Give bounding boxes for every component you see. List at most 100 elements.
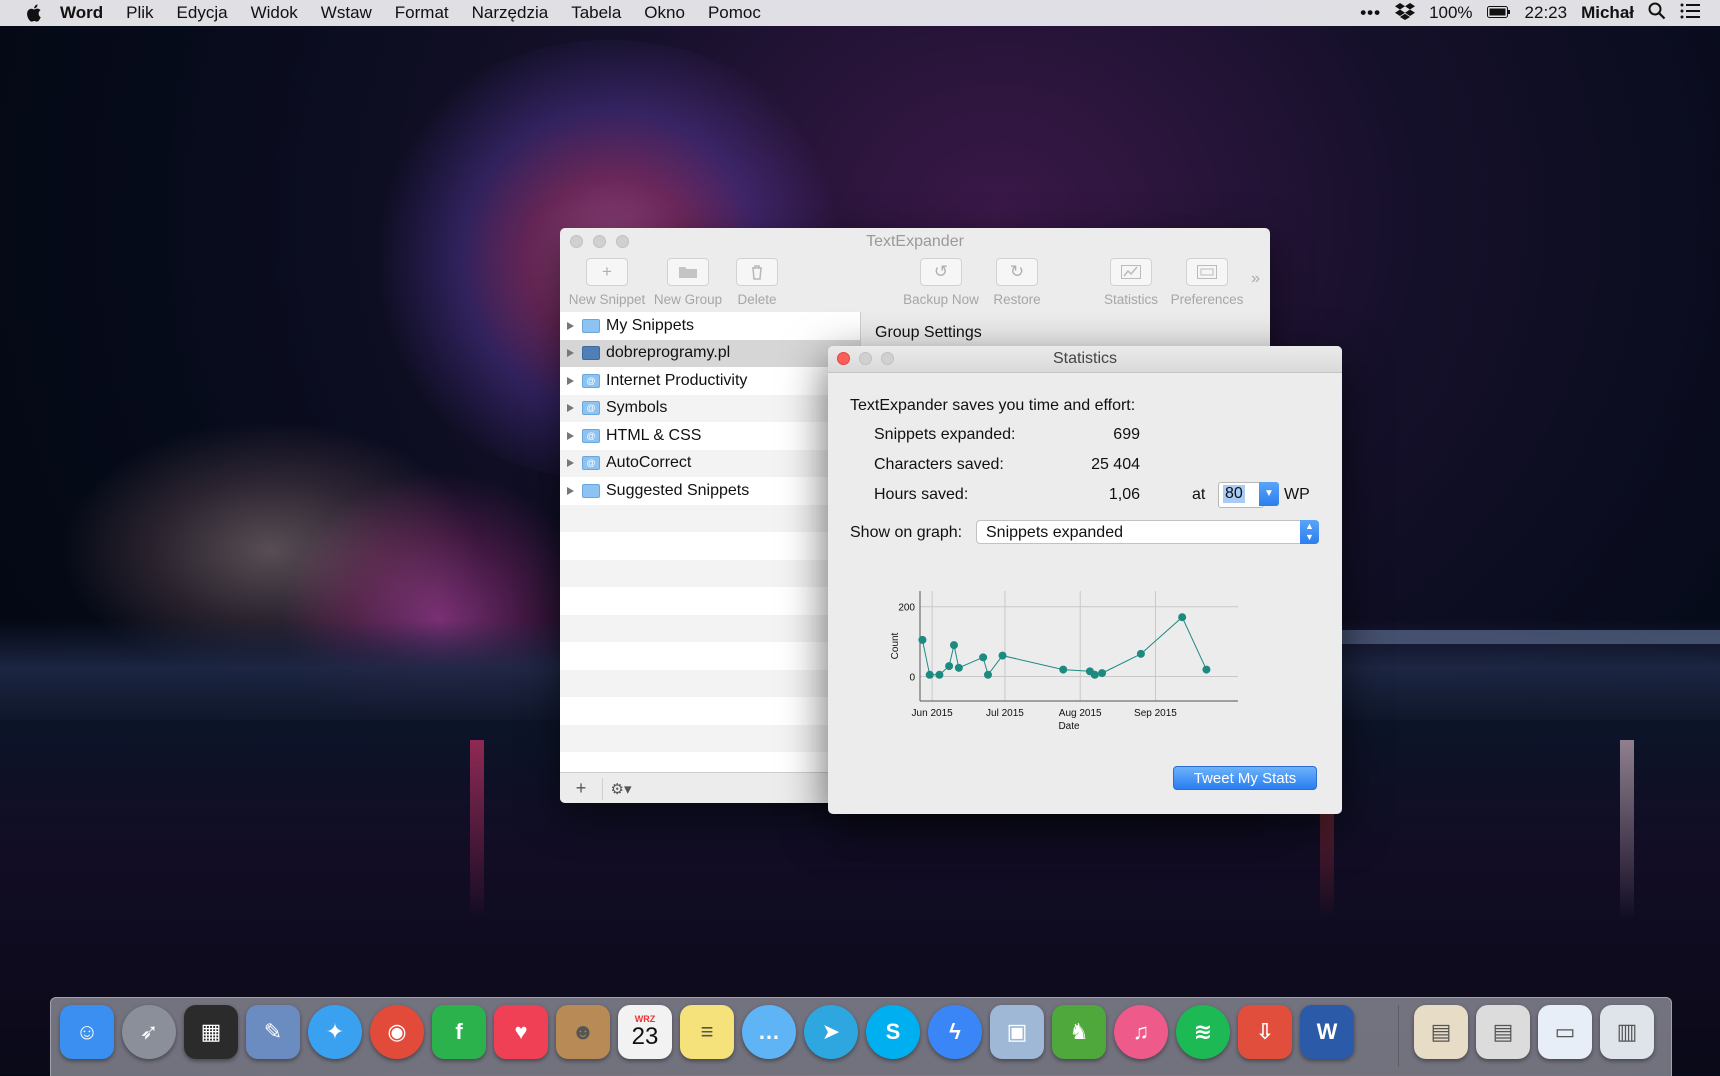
sidebar-footer: + ⚙▾ [560, 772, 860, 803]
close-button[interactable] [837, 352, 850, 365]
restore-button[interactable]: ↻ Restore [988, 258, 1046, 307]
window-titlebar[interactable]: TextExpander [560, 228, 1270, 256]
dropbox-icon[interactable] [1395, 2, 1416, 25]
new-group-label: New Group [653, 292, 723, 307]
menu-format[interactable]: Format [395, 3, 449, 23]
group-row[interactable]: Suggested Snippets [560, 477, 860, 505]
new-group-button[interactable]: New Group [650, 258, 726, 307]
window-title: TextExpander [866, 233, 964, 250]
menu-app-name[interactable]: Word [60, 3, 103, 23]
photo-icon[interactable]: ▣ [990, 1005, 1044, 1059]
trash-icon[interactable]: ▥ [1600, 1005, 1654, 1059]
apple-menu-icon[interactable] [24, 3, 46, 23]
statistics-button[interactable]: Statistics [1096, 258, 1166, 307]
zoom-button[interactable] [881, 352, 894, 365]
light-reflection [1620, 740, 1634, 920]
compass-icon[interactable]: ✦ [308, 1005, 362, 1059]
toolbar-overflow-icon[interactable]: » [1251, 270, 1260, 288]
messenger-icon[interactable]: ϟ [928, 1005, 982, 1059]
menu-wstaw[interactable]: Wstaw [321, 3, 372, 23]
contacts-icon[interactable]: ☻ [556, 1005, 610, 1059]
disclosure-triangle-icon[interactable] [567, 321, 574, 330]
preview-icon[interactable]: ✎ [246, 1005, 300, 1059]
statistics-label: Statistics [1103, 292, 1158, 307]
music-note-icon[interactable]: ♫ [1114, 1005, 1168, 1059]
statistics-title: Statistics [1052, 350, 1117, 367]
disclosure-triangle-icon[interactable] [567, 431, 574, 440]
finder-icon[interactable]: ☺ [60, 1005, 114, 1059]
speech-bubble-icon[interactable]: … [742, 1005, 796, 1059]
group-settings-title: Group Settings [875, 324, 982, 341]
empty-row [560, 504, 860, 532]
chevron-down-icon[interactable]: ▼ [1259, 482, 1279, 506]
characters-saved-label: Characters saved: [874, 456, 1004, 473]
new-snippet-button[interactable]: + New Snippet [568, 258, 646, 307]
tweet-my-stats-button[interactable]: Tweet My Stats [1173, 766, 1317, 790]
backup-now-button[interactable]: ↺ Backup Now [898, 258, 984, 307]
group-row[interactable]: @ AutoCorrect [560, 449, 860, 477]
disclosure-triangle-icon[interactable] [567, 349, 574, 358]
stats-chart: Jun 2015 Jul 2015 Aug 2015 Sep 2015 0 200 Date… [890, 591, 1238, 732]
graph-metric-select[interactable]: Snippets expanded ▲ ▼ [976, 520, 1319, 544]
clock[interactable]: 22:23 [1525, 3, 1568, 23]
delete-button[interactable]: Delete [732, 258, 782, 307]
word-icon[interactable]: W [1300, 1005, 1354, 1059]
wpm-value[interactable]: 80 [1223, 485, 1245, 503]
group-row-selected[interactable]: dobreprogramy.pl [560, 339, 860, 367]
preferences-button[interactable]: Preferences [1164, 258, 1250, 307]
backup-now-label: Backup Now [903, 292, 979, 307]
menu-tabela[interactable]: Tabela [571, 3, 621, 23]
mission-control-icon[interactable]: ▦ [184, 1005, 238, 1059]
data-point [1059, 665, 1068, 674]
menu-okno[interactable]: Okno [644, 3, 685, 23]
group-row[interactable]: My Snippets [560, 312, 860, 340]
empty-row [560, 532, 860, 560]
group-row[interactable]: @ HTML & CSS [560, 422, 860, 450]
document-icon[interactable]: ▭ [1538, 1005, 1592, 1059]
rocket-icon[interactable]: ➶ [122, 1005, 176, 1059]
disclosure-triangle-icon[interactable] [567, 376, 574, 385]
skype-icon[interactable]: S [866, 1005, 920, 1059]
disclosure-triangle-icon[interactable] [567, 486, 574, 495]
menu-plik[interactable]: Plik [126, 3, 153, 23]
notification-center-icon[interactable] [1680, 3, 1700, 24]
zoom-button[interactable] [616, 235, 629, 248]
calendar-icon[interactable]: WRZ 23 [618, 1005, 672, 1059]
chrome-icon[interactable]: ◉ [370, 1005, 424, 1059]
more-icon[interactable]: ••• [1360, 3, 1381, 23]
gear-icon[interactable]: ⚙▾ [602, 777, 639, 800]
menu-edycja[interactable]: Edycja [177, 3, 228, 23]
close-button[interactable] [570, 235, 583, 248]
pocket-icon[interactable]: ♥ [494, 1005, 548, 1059]
spotlight-search-icon[interactable] [1648, 2, 1666, 25]
minimize-button[interactable] [593, 235, 606, 248]
group-row[interactable]: @ Internet Productivity [560, 367, 860, 395]
battery-icon[interactable] [1486, 3, 1511, 23]
feedly-icon[interactable]: f [432, 1005, 486, 1059]
menu-narzedzia[interactable]: Narzędzia [472, 3, 549, 23]
paper-plane-icon[interactable]: ➤ [804, 1005, 858, 1059]
shared-folder-icon: @ [582, 401, 600, 416]
disclosure-triangle-icon[interactable] [567, 459, 574, 468]
updown-chevron-icon[interactable]: ▲ ▼ [1300, 520, 1319, 544]
group-row[interactable]: @ Symbols [560, 394, 860, 422]
spotify-icon[interactable]: ≋ [1176, 1005, 1230, 1059]
menu-pomoc[interactable]: Pomoc [708, 3, 761, 23]
folder-icon [582, 483, 600, 498]
user-name[interactable]: Michał [1581, 3, 1634, 23]
menu-widok[interactable]: Widok [251, 3, 298, 23]
shared-folder-icon: @ [582, 456, 600, 471]
disclosure-triangle-icon[interactable] [567, 404, 574, 413]
download-icon[interactable]: ⇩ [1238, 1005, 1292, 1059]
data-point [1178, 613, 1187, 622]
data-point [925, 670, 934, 679]
notes-icon[interactable]: ≡ [680, 1005, 734, 1059]
minimize-button[interactable] [859, 352, 872, 365]
statistics-titlebar[interactable]: Statistics [828, 346, 1342, 373]
stack-icon[interactable]: ▤ [1476, 1005, 1530, 1059]
stack-icon[interactable]: ▤ [1414, 1005, 1468, 1059]
group-label: HTML & CSS [606, 426, 702, 444]
add-icon[interactable]: + [568, 778, 594, 800]
wpm-combobox[interactable]: 80 ▼ [1218, 482, 1279, 508]
evernote-icon[interactable]: ♞ [1052, 1005, 1106, 1059]
